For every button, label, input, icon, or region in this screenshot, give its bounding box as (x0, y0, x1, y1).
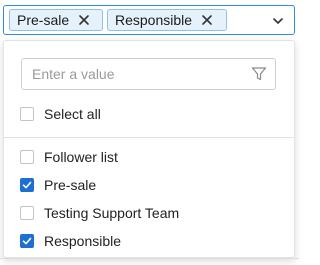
chevron-down-icon[interactable] (272, 14, 284, 32)
checkbox-checked[interactable] (20, 178, 34, 192)
option-label: Testing Support Team (44, 205, 180, 221)
tag-label: Pre-sale (17, 12, 70, 28)
search-input[interactable] (22, 59, 242, 89)
select-all-label: Select all (44, 106, 101, 122)
select-all-option[interactable]: Select all (20, 104, 101, 124)
option-label: Responsible (44, 233, 122, 249)
checkbox[interactable] (20, 206, 34, 220)
tag-label: Responsible (115, 12, 193, 28)
option-label: Pre-sale (44, 177, 97, 193)
filter-icon[interactable] (251, 66, 267, 87)
checkbox[interactable] (20, 150, 34, 164)
close-icon[interactable] (78, 14, 90, 26)
selected-tag: Pre-sale (9, 9, 103, 31)
multi-select-field[interactable]: Pre-sale Responsible (3, 5, 295, 35)
search-box[interactable] (21, 58, 276, 90)
option-follower-list[interactable]: Follower list (20, 147, 118, 167)
option-testing-support-team[interactable]: Testing Support Team (20, 203, 179, 223)
divider (0, 258, 299, 259)
divider (4, 137, 294, 138)
close-icon[interactable] (201, 14, 213, 26)
selected-tag: Responsible (107, 9, 227, 31)
option-label: Follower list (44, 149, 118, 165)
checkbox-checked[interactable] (20, 234, 34, 248)
checkbox[interactable] (20, 107, 34, 121)
option-responsible[interactable]: Responsible (20, 231, 121, 251)
option-pre-sale[interactable]: Pre-sale (20, 175, 96, 195)
dropdown-panel: Select all Follower list Pre-sale Testin… (3, 40, 295, 258)
